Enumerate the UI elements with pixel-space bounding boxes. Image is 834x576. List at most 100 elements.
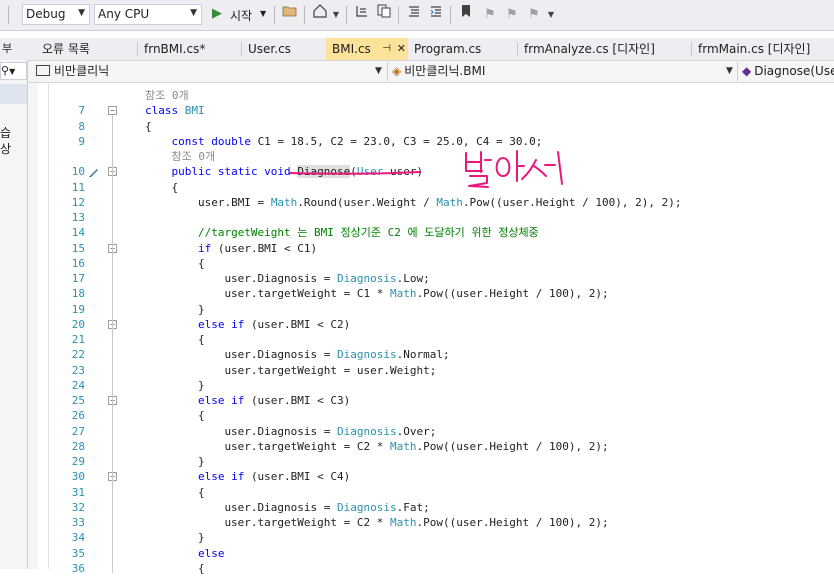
class-dropdown[interactable]: ◈ 비만클리닉.BMI — [392, 62, 732, 81]
code-line[interactable]: 14 //targetWeight 는 BMI 정상기준 C2 에 도달하기 위한… — [28, 225, 834, 240]
code-line[interactable]: 22 user.Diagnosis = Diagnosis.Normal; — [28, 347, 834, 362]
outline-icon[interactable] — [352, 4, 372, 25]
code-line[interactable]: 9 const double C1 = 18.5, C2 = 23.0, C3 =… — [28, 134, 834, 149]
close-icon[interactable]: ✕ — [397, 38, 406, 60]
code-token: C1 = 18.5, C2 = 23.0, C3 = 25.0, C4 = 30… — [257, 134, 543, 148]
pencil-icon[interactable] — [88, 166, 100, 178]
toolbar-separator — [274, 6, 275, 24]
type-token: Math — [436, 195, 463, 209]
chevron-down-icon[interactable]: ▼ — [375, 62, 382, 81]
chevron-down-icon[interactable]: ▼ — [330, 4, 342, 25]
prev-bookmark-icon[interactable]: ⚑ — [480, 4, 500, 25]
code-line[interactable]: 26 { — [28, 408, 834, 423]
chevron-down-icon: ▼ — [78, 8, 85, 18]
platform-dropdown[interactable]: Any CPU ▼ — [94, 4, 202, 25]
configuration-value: Debug — [26, 7, 66, 21]
code-token: { — [197, 256, 205, 270]
code-line[interactable]: 25−else if (user.BMI < C3) — [28, 393, 834, 408]
code-line[interactable]: 13 — [28, 210, 834, 225]
tab-label: frmAnalyze.cs [디자인] — [524, 42, 655, 56]
chevron-down-icon[interactable]: ▼ — [726, 62, 733, 81]
tab-bmi[interactable]: BMI.cs ⊣ ✕ — [326, 38, 408, 60]
line-number: 13 — [71, 211, 85, 224]
code-line[interactable]: 36 { — [28, 561, 834, 576]
line-number: 16 — [71, 256, 85, 270]
panel-selected-item[interactable] — [0, 84, 27, 104]
code-line[interactable]: 27 user.Diagnosis = Diagnosis.Over; — [28, 424, 834, 439]
chevron-down-icon[interactable]: ▼ — [544, 4, 558, 25]
copy-icon[interactable] — [374, 4, 394, 25]
code-line[interactable]: 12 user.BMI = Math.Round(user.Weight / Ma… — [28, 195, 834, 210]
code-token: user.BMI = — [197, 195, 271, 209]
tab-frmmain-designer[interactable]: frmMain.cs [디자인] — [692, 38, 834, 60]
bookmark-icon[interactable] — [456, 4, 476, 25]
keyword-token: else if — [197, 394, 251, 407]
code-token: .Round(user.Weight / — [297, 195, 437, 209]
code-line[interactable]: 16 { — [28, 256, 834, 271]
code-text: const double C1 = 18.5, C2 = 23.0, C3 = … — [171, 134, 542, 149]
code-line[interactable]: 11 { — [28, 180, 834, 195]
reference-label: 참조 0개 — [171, 150, 216, 163]
code-line[interactable]: 18 user.targetWeight = C1 * Math.Pow((use… — [28, 286, 834, 301]
line-number: 18 — [71, 287, 85, 301]
code-line[interactable]: 15−if (user.BMI < C1) — [28, 241, 834, 256]
tab-frnbmi[interactable]: frnBMI.cs* — [138, 38, 240, 60]
code-line[interactable]: 28 user.targetWeight = C2 * Math.Pow((use… — [28, 439, 834, 454]
code-line[interactable]: 30−else if (user.BMI < C4) — [28, 469, 834, 484]
comment-out-icon[interactable] — [404, 4, 424, 25]
code-text: { — [198, 561, 205, 576]
type-token: Diagnosis — [337, 424, 397, 438]
line-number: 27 — [71, 424, 85, 438]
code-line[interactable]: 20−else if (user.BMI < C2) — [28, 317, 834, 332]
line-number: 31 — [71, 485, 85, 499]
code-line[interactable]: 10−public static void Diagnose(User user… — [28, 164, 834, 179]
code-token: .Pow((user.Height / 100), 2); — [416, 287, 609, 301]
code-line[interactable]: 7 − class BMI — [28, 103, 834, 118]
code-editor[interactable]: 참조 0개 7− class BMI 8{9 const double C1 = 18.… — [28, 83, 834, 575]
home-icon[interactable] — [310, 4, 330, 25]
code-line[interactable]: 24} — [28, 378, 834, 393]
line-number: 33 — [71, 516, 85, 529]
code-line[interactable]: 33 user.targetWeight = C2 * Math.Pow((use… — [28, 515, 834, 530]
code-token: user.targetWeight = C2 * — [224, 439, 391, 453]
collapse-toggle-icon[interactable]: − — [108, 106, 117, 116]
code-token: ( — [350, 165, 357, 179]
line-number: 14 — [71, 226, 85, 240]
code-line[interactable]: 참조 0개 — [28, 149, 834, 164]
code-line[interactable]: 31 { — [28, 485, 834, 500]
code-line[interactable]: 23 user.targetWeight = user.Weight; — [28, 363, 834, 378]
tab-user[interactable]: User.cs — [242, 38, 326, 60]
code-text: } — [198, 378, 205, 393]
reference-count[interactable]: 참조 0개 — [171, 149, 215, 164]
code-text: else if (user.BMI < C3) — [198, 393, 350, 408]
member-name: Diagnose(User user) — [754, 64, 834, 78]
code-line[interactable]: 8{ — [28, 119, 834, 134]
tab-frmanalyze-designer[interactable]: frmAnalyze.cs [디자인] — [518, 38, 690, 60]
pin-icon[interactable]: ⊣ — [382, 38, 391, 60]
line-number: 24 — [71, 378, 85, 392]
tab-program[interactable]: Program.cs — [408, 38, 516, 60]
code-line[interactable]: 29} — [28, 454, 834, 469]
clear-bookmarks-icon[interactable]: ⚑ — [524, 4, 544, 25]
code-line[interactable]: 참조 0개 — [28, 88, 834, 103]
configuration-dropdown[interactable]: Debug ▼ — [22, 4, 90, 25]
code-line[interactable]: 34} — [28, 530, 834, 545]
code-line[interactable]: 21 { — [28, 332, 834, 347]
uncomment-icon[interactable] — [426, 4, 446, 25]
project-dropdown[interactable]: 비만클리닉 — [36, 62, 386, 81]
member-dropdown[interactable]: ◆Diagnose(User user) — [742, 62, 834, 81]
start-button[interactable]: ▶ 시작 ▼ — [210, 4, 270, 25]
open-folder-icon[interactable] — [280, 4, 300, 25]
reference-count[interactable]: 참조 0개 — [145, 88, 189, 103]
code-line[interactable]: 35 else — [28, 546, 834, 561]
next-bookmark-icon[interactable]: ⚑ — [502, 4, 522, 25]
code-line[interactable]: 32 user.Diagnosis = Diagnosis.Fat; — [28, 500, 834, 515]
code-token: (user.BMI < C2) — [250, 317, 351, 331]
code-line[interactable]: 17 user.Diagnosis = Diagnosis.Low; — [28, 271, 834, 286]
panel-search-box[interactable]: ⚲▼ — [0, 62, 27, 80]
navbar-separator — [737, 62, 738, 81]
line-number: 34 — [71, 531, 85, 545]
navigation-bar: 비만클리닉 ▼ ◈비만클리닉.BMI ▼ ◆Diagnose(User user… — [0, 60, 834, 83]
tab-error-list[interactable]: 오류 목록 — [36, 38, 136, 60]
code-line[interactable]: 19} — [28, 302, 834, 317]
